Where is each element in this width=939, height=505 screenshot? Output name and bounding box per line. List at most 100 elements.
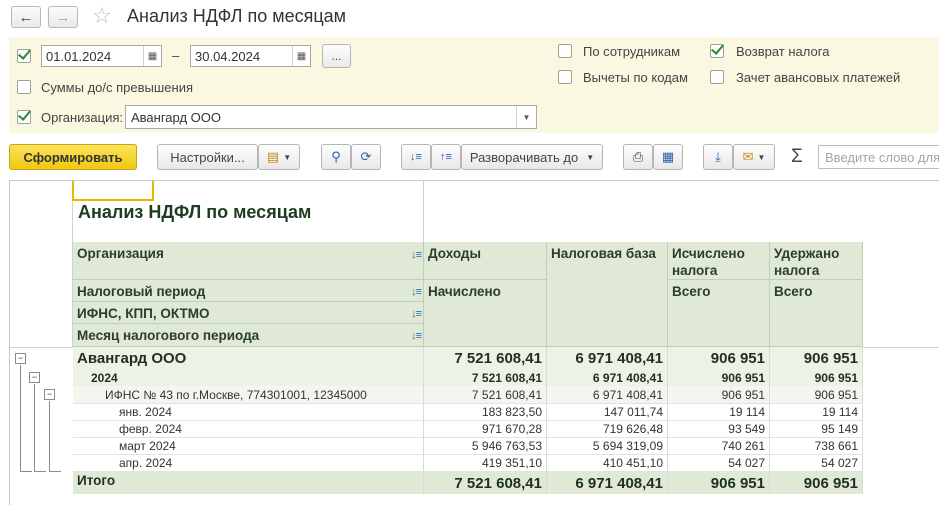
tax-calculated-value: 19 114 — [668, 404, 770, 420]
sort-icon[interactable]: ↓≡ — [411, 328, 422, 345]
header-income-accrued[interactable]: Начислено — [424, 280, 547, 347]
collapse-icon[interactable]: − — [29, 372, 40, 383]
date-to-field[interactable]: 30.04.2024 ▦ — [190, 45, 311, 67]
star-icon[interactable]: ☆ — [92, 3, 112, 29]
header-tax-calculated-total[interactable]: Всего — [668, 280, 770, 347]
selected-cell[interactable] — [72, 181, 154, 201]
date-from-value: 01.01.2024 — [46, 49, 112, 64]
header-organization[interactable]: Организация ↓≡ — [73, 242, 424, 280]
chevron-down-icon[interactable]: ▼ — [516, 106, 536, 128]
calendar-icon[interactable]: ▦ — [143, 46, 161, 66]
generate-button[interactable]: Сформировать — [9, 144, 137, 170]
send-email-button[interactable]: ✉ ▼ — [733, 144, 775, 170]
row-label: 2024 — [73, 369, 424, 386]
period-checkbox[interactable] — [17, 49, 31, 63]
tax-base-value: 6 971 408,41 — [547, 386, 668, 403]
tax-calculated-value: 740 261 — [668, 438, 770, 454]
tax-withheld-value: 906 951 — [770, 347, 863, 369]
header-ifns[interactable]: ИФНС, КПП, ОКТМО ↓≡ — [73, 302, 424, 324]
tax-refund-checkbox[interactable] — [710, 44, 724, 58]
preview-button[interactable]: ▦ — [653, 144, 683, 170]
tax-base-value: 6 971 408,41 — [547, 472, 668, 494]
collapse-icon[interactable]: − — [15, 353, 26, 364]
tax-withheld-value: 906 951 — [770, 369, 863, 386]
deductions-by-codes-checkbox[interactable] — [558, 70, 572, 84]
header-tax-withheld-total[interactable]: Всего — [770, 280, 863, 347]
sum-icon[interactable]: Σ — [791, 146, 803, 168]
sort-ascending-icon: ↑≡ — [440, 151, 452, 163]
table-row-ifns[interactable]: ИФНС № 43 по г.Москве, 774301001, 123450… — [73, 386, 863, 404]
table-row-month[interactable]: март 2024 5 946 763,53 5 694 319,09 740 … — [73, 438, 863, 455]
chevron-down-icon: ▼ — [586, 152, 595, 162]
header-month-label: Месяц налогового периода — [77, 328, 260, 343]
report-toolbar: Сформировать Настройки... ▤ ▼ ⚲ ⟳ ↓≡ ↑≡ … — [0, 142, 939, 172]
tax-base-value: 147 011,74 — [547, 404, 668, 420]
table-row-organization[interactable]: Авангард ООО 7 521 608,41 6 971 408,41 9… — [73, 347, 863, 369]
income-value: 971 670,28 — [424, 421, 547, 437]
organization-checkbox[interactable] — [17, 110, 31, 124]
tax-base-value: 5 694 319,09 — [547, 438, 668, 454]
header-tax-withheld[interactable]: Удержано налога — [770, 242, 863, 280]
advance-offset-checkbox[interactable] — [710, 70, 724, 84]
sort-icon[interactable]: ↓≡ — [411, 284, 422, 301]
table-row-month[interactable]: янв. 2024 183 823,50 147 011,74 19 114 1… — [73, 404, 863, 421]
tax-withheld-value: 95 149 — [770, 421, 863, 437]
organization-value: Авангард ООО — [131, 110, 221, 125]
header-tax-base[interactable]: Налоговая база — [547, 242, 668, 347]
income-value: 7 521 608,41 — [424, 386, 547, 403]
variants-button[interactable]: ▤ ▼ — [258, 144, 300, 170]
row-label: Авангард ООО — [73, 347, 424, 369]
search-icon: ⚲ — [331, 149, 341, 164]
forward-button[interactable]: → — [48, 6, 78, 28]
collapse-icon[interactable]: − — [44, 389, 55, 400]
clipboard-icon: ▤ — [266, 149, 280, 164]
income-value: 5 946 763,53 — [424, 438, 547, 454]
header-tax-calculated[interactable]: Исчислено налога — [668, 242, 770, 280]
expand-to-button[interactable]: Разворачивать до ▼ — [461, 144, 603, 170]
sort-icon[interactable]: ↓≡ — [411, 247, 422, 264]
sort-asc-button[interactable]: ↑≡ — [431, 144, 461, 170]
date-from-field[interactable]: 01.01.2024 ▦ — [41, 45, 162, 67]
title-bar: ← → ☆ Анализ НДФЛ по месяцам — [0, 0, 939, 36]
print-button[interactable]: ⎙ — [623, 144, 653, 170]
tax-calculated-value: 54 027 — [668, 455, 770, 471]
header-ifns-label: ИФНС, КПП, ОКТМО — [77, 306, 210, 321]
row-label: апр. 2024 — [73, 455, 424, 471]
row-label: февр. 2024 — [73, 421, 424, 437]
tax-base-value: 719 626,48 — [547, 421, 668, 437]
tree-line — [34, 471, 46, 472]
table-row-month[interactable]: февр. 2024 971 670,28 719 626,48 93 549 … — [73, 421, 863, 438]
row-label: ИФНС № 43 по г.Москве, 774301001, 123450… — [73, 386, 424, 403]
back-button[interactable]: ← — [11, 6, 41, 28]
header-income[interactable]: Доходы — [424, 242, 547, 280]
report-sheet: Анализ НДФЛ по месяцам Организация ↓≡ На… — [9, 180, 939, 505]
tax-calculated-value: 906 951 — [668, 347, 770, 369]
search-input[interactable]: Введите слово для поиска — [818, 145, 939, 169]
organization-field[interactable]: Авангард ООО ▼ — [125, 105, 537, 129]
header-tax-period[interactable]: Налоговый период ↓≡ — [73, 280, 424, 302]
save-button[interactable]: ⤓ — [703, 144, 733, 170]
search-button[interactable]: ⚲ — [321, 144, 351, 170]
sums-over-limit-checkbox[interactable] — [17, 80, 31, 94]
calendar-icon[interactable]: ▦ — [292, 46, 310, 66]
period-select-button[interactable]: ... — [322, 44, 351, 68]
refresh-search-button[interactable]: ⟳ — [351, 144, 381, 170]
tax-calculated-value: 906 951 — [668, 386, 770, 403]
tax-base-value: 6 971 408,41 — [547, 369, 668, 386]
income-value: 419 351,10 — [424, 455, 547, 471]
by-employees-checkbox[interactable] — [558, 44, 572, 58]
settings-button[interactable]: Настройки... — [157, 144, 258, 170]
header-month[interactable]: Месяц налогового периода ↓≡ — [73, 324, 424, 347]
sort-icon[interactable]: ↓≡ — [411, 306, 422, 323]
table-row-month[interactable]: апр. 2024 419 351,10 410 451,10 54 027 5… — [73, 455, 863, 472]
chevron-down-icon: ▼ — [283, 152, 292, 162]
table-row-year[interactable]: 2024 7 521 608,41 6 971 408,41 906 951 9… — [73, 369, 863, 386]
tax-refund-label: Возврат налога — [736, 44, 830, 59]
table-row-total[interactable]: Итого 7 521 608,41 6 971 408,41 906 951 … — [73, 472, 863, 494]
envelope-icon: ✉ — [742, 149, 754, 164]
date-separator: – — [172, 48, 180, 63]
tax-withheld-value: 906 951 — [770, 386, 863, 403]
advance-offset-label: Зачет авансовых платежей — [736, 70, 901, 85]
organization-label: Организация: — [41, 110, 124, 125]
sort-desc-button[interactable]: ↓≡ — [401, 144, 431, 170]
